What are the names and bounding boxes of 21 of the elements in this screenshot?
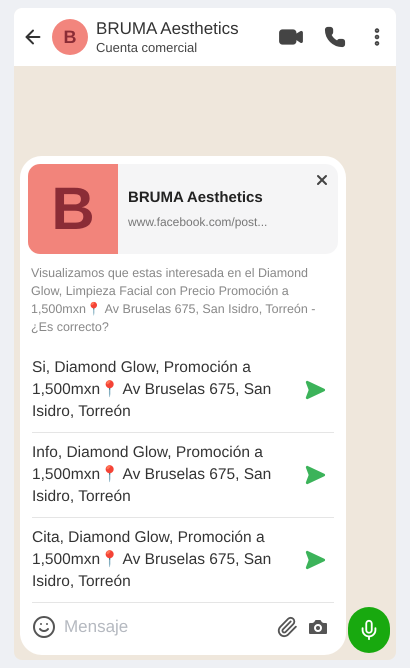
attach-icon[interactable]	[276, 616, 298, 638]
mic-button[interactable]	[348, 607, 390, 653]
contact-subtitle: Cuenta comercial	[96, 40, 198, 56]
close-icon[interactable]	[314, 172, 330, 188]
suggestion-item[interactable]: Si, Diamond Glow, Promoción a 1,500mxn📍 Av Bruselas 675, San Isidro, Torreón	[32, 348, 334, 433]
message-field[interactable]: Mensaje	[64, 614, 268, 640]
preview-title: BRUMA Aesthetics	[128, 188, 264, 208]
suggestion-text: Info, Diamond Glow, Promoción a 1,500mxn📍 Av Bruselas 675, San Isidro, Torreón	[32, 443, 272, 507]
suggestion-text: Cita, Diamond Glow, Promoción a 1,500mxn📍 Av Bruselas 675, San Isidro, Torreón	[32, 528, 272, 592]
preview-thumbnail: B	[28, 164, 118, 254]
intro-text: Visualizamos que estas interesada en el Diamond Glow, Limpieza Facial con Precio Promoción a 1,500mxn📍 Av Bruselas 675, San Isidro, Torreón - ¿Es correcto?	[30, 265, 316, 336]
contact-name: BRUMA Aesthetics	[96, 18, 240, 40]
preview-url: www.facebook.com/post...	[128, 214, 268, 232]
suggestion-text: Si, Diamond Glow, Promoción a 1,500mxn📍 Av Bruselas 675, San Isidro, Torreón	[32, 358, 272, 422]
suggestion-item[interactable]: Info, Diamond Glow, Promoción a 1,500mxn📍 Av Bruselas 675, San Isidro, Torreón	[32, 433, 334, 518]
phone-icon[interactable]	[324, 26, 346, 48]
send-icon[interactable]	[304, 464, 326, 486]
suggestion-item[interactable]: Cita, Diamond Glow, Promoción a 1,500mxn📍 Av Bruselas 675, San Isidro, Torreón	[32, 518, 334, 603]
emoji-icon[interactable]	[32, 615, 56, 639]
send-icon[interactable]	[304, 379, 326, 401]
send-icon[interactable]	[304, 549, 326, 571]
